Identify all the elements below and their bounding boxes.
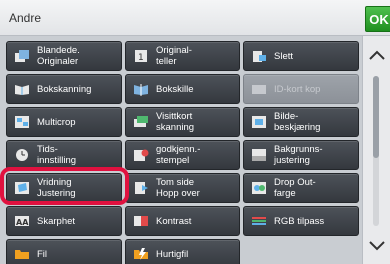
mixed-originals-button[interactable]: Blandede. Originaler xyxy=(6,41,122,71)
background-adjust-icon xyxy=(250,147,268,163)
button-label: Fil xyxy=(37,248,48,260)
button-label: Multicrop xyxy=(37,116,76,128)
drop-out-color-icon xyxy=(250,180,268,196)
button-label: Visittkort skanning xyxy=(156,111,195,133)
drop-out-color-button[interactable]: Drop Out- farge xyxy=(243,173,359,203)
stamp-icon xyxy=(132,147,150,163)
button-label: Slett xyxy=(274,50,294,62)
button-label: Tids- innstilling xyxy=(37,144,77,166)
quick-file-icon xyxy=(132,246,150,262)
file-button[interactable]: Fil xyxy=(6,239,122,264)
book-scan-icon xyxy=(13,81,31,97)
button-label: Bilde- beskjæring xyxy=(274,111,321,133)
timer-icon xyxy=(13,147,31,163)
scroll-up-button[interactable] xyxy=(365,44,389,70)
button-label: Skarphet xyxy=(37,215,76,227)
scrollbar[interactable] xyxy=(362,36,390,264)
book-divide-icon xyxy=(132,81,150,97)
erase-button[interactable]: Slett xyxy=(243,41,359,71)
multicrop-icon xyxy=(13,114,31,130)
button-label: Kontrast xyxy=(156,215,192,227)
highlight-frame xyxy=(0,167,129,205)
scroll-down-button[interactable] xyxy=(365,234,389,260)
original-counter-icon: 1 xyxy=(132,48,150,64)
button-label: RGB tilpass xyxy=(274,215,325,227)
book-scan-button[interactable]: Bokskanning xyxy=(6,74,122,104)
contrast-icon xyxy=(132,213,150,229)
button-label: Hurtigfil xyxy=(156,248,189,260)
button-label: Drop Out- farge xyxy=(274,177,316,199)
timer-setting-button[interactable]: Tids- innstilling xyxy=(6,140,122,170)
approval-stamp-button[interactable]: godkjenn.- stempel xyxy=(125,140,240,170)
folder-icon xyxy=(13,246,31,262)
scanner-other-settings-screen: Andre OK Blandede. Originaler 1 Original… xyxy=(0,0,390,264)
contrast-button[interactable]: Kontrast xyxy=(125,206,240,236)
svg-text:AA: AA xyxy=(16,218,29,227)
business-card-icon xyxy=(132,114,150,130)
chevron-up-icon xyxy=(368,48,386,66)
svg-text:1: 1 xyxy=(138,53,144,63)
header-bar: Andre OK xyxy=(0,0,390,36)
book-divide-button[interactable]: Bokskille xyxy=(125,74,240,104)
button-label: Original- teller xyxy=(156,45,192,67)
chevron-down-icon xyxy=(368,238,386,256)
button-label: Tom side Hopp over xyxy=(156,177,200,199)
rgb-adjust-icon xyxy=(250,213,268,229)
blank-page-skip-icon xyxy=(132,180,150,196)
button-label: ID-kort kop xyxy=(274,83,321,95)
id-card-icon xyxy=(250,81,268,97)
original-counter-button[interactable]: 1 Original- teller xyxy=(125,41,240,71)
scroll-track[interactable] xyxy=(373,76,379,226)
scroll-thumb[interactable] xyxy=(373,76,379,158)
business-card-scan-button[interactable]: Visittkort skanning xyxy=(125,107,240,137)
sharpness-icon: AA xyxy=(13,213,31,229)
quick-file-button[interactable]: Hurtigfil xyxy=(125,239,240,264)
button-label: Bokskanning xyxy=(37,83,92,95)
button-label: Blandede. Originaler xyxy=(37,45,80,67)
id-card-copy-button[interactable]: ID-kort kop xyxy=(243,74,359,104)
button-label: Bakgrunns- justering xyxy=(274,144,323,166)
erase-icon xyxy=(250,48,268,64)
rgb-adjust-button[interactable]: RGB tilpass xyxy=(243,206,359,236)
multicrop-button[interactable]: Multicrop xyxy=(6,107,122,137)
sharpness-button[interactable]: AA Skarphet xyxy=(6,206,122,236)
image-crop-icon xyxy=(250,114,268,130)
ok-button[interactable]: OK xyxy=(365,6,390,32)
button-label: Bokskille xyxy=(156,83,194,95)
blank-page-skip-button[interactable]: Tom side Hopp over xyxy=(125,173,240,203)
background-adjust-button[interactable]: Bakgrunns- justering xyxy=(243,140,359,170)
image-crop-button[interactable]: Bilde- beskjæring xyxy=(243,107,359,137)
mixed-originals-icon xyxy=(13,48,31,64)
button-label: godkjenn.- stempel xyxy=(156,144,201,166)
function-grid: Blandede. Originaler 1 Original- teller … xyxy=(0,36,362,264)
page-title: Andre xyxy=(9,11,42,25)
